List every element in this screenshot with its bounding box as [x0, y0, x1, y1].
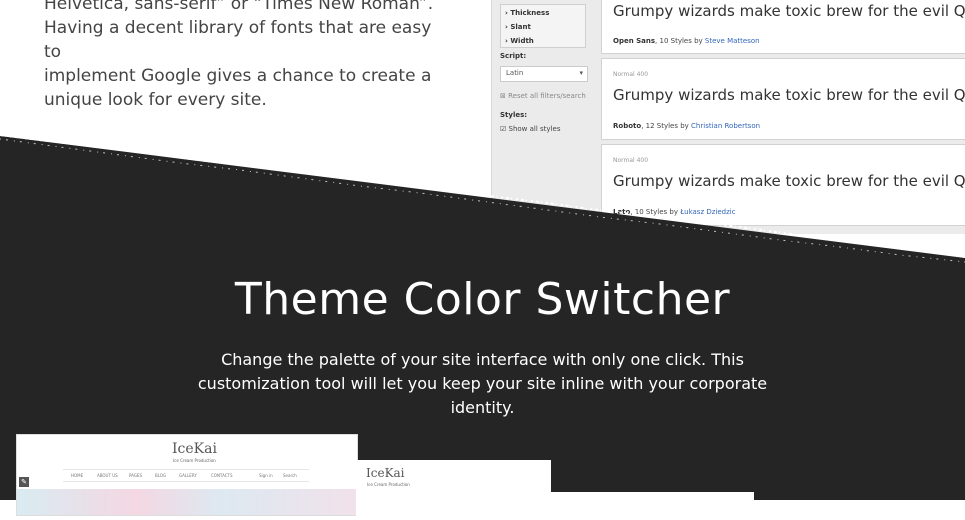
section-description: Change the palette of your site interfac… — [197, 350, 768, 417]
theme-preview-1: IceKai Ice Cream Production HOME ABOUT U… — [16, 434, 358, 516]
preview-login: Sign in — [259, 473, 273, 478]
preview-search: Search — [283, 473, 297, 478]
preview-nav-item: GALLERY — [179, 473, 197, 478]
preview-nav-item: BLOG — [155, 473, 167, 478]
preview-nav-item: ABOUT US — [97, 473, 118, 478]
preview-logo: IceKai — [172, 441, 217, 457]
preview-nav-item: PAGES — [129, 473, 142, 478]
preview-nav: HOME ABOUT US PAGES BLOG GALLERY CONTACT… — [63, 469, 309, 482]
preview-tagline: Ice Cream Production — [173, 458, 216, 463]
preview-hero-image — [17, 489, 357, 515]
theme-preview-2: IceKai Ice Cream Production — [356, 460, 551, 520]
pencil-icon: ✎ — [19, 477, 29, 487]
theme-preview-3 — [551, 492, 754, 512]
section-title: Theme Color Switcher — [234, 274, 731, 325]
preview-logo: IceKai — [366, 466, 405, 480]
preview-nav-item: HOME — [71, 473, 84, 478]
preview-nav-item: CONTACTS — [211, 473, 233, 478]
preview-tagline: Ice Cream Production — [367, 482, 410, 487]
torn-edge — [0, 134, 965, 263]
